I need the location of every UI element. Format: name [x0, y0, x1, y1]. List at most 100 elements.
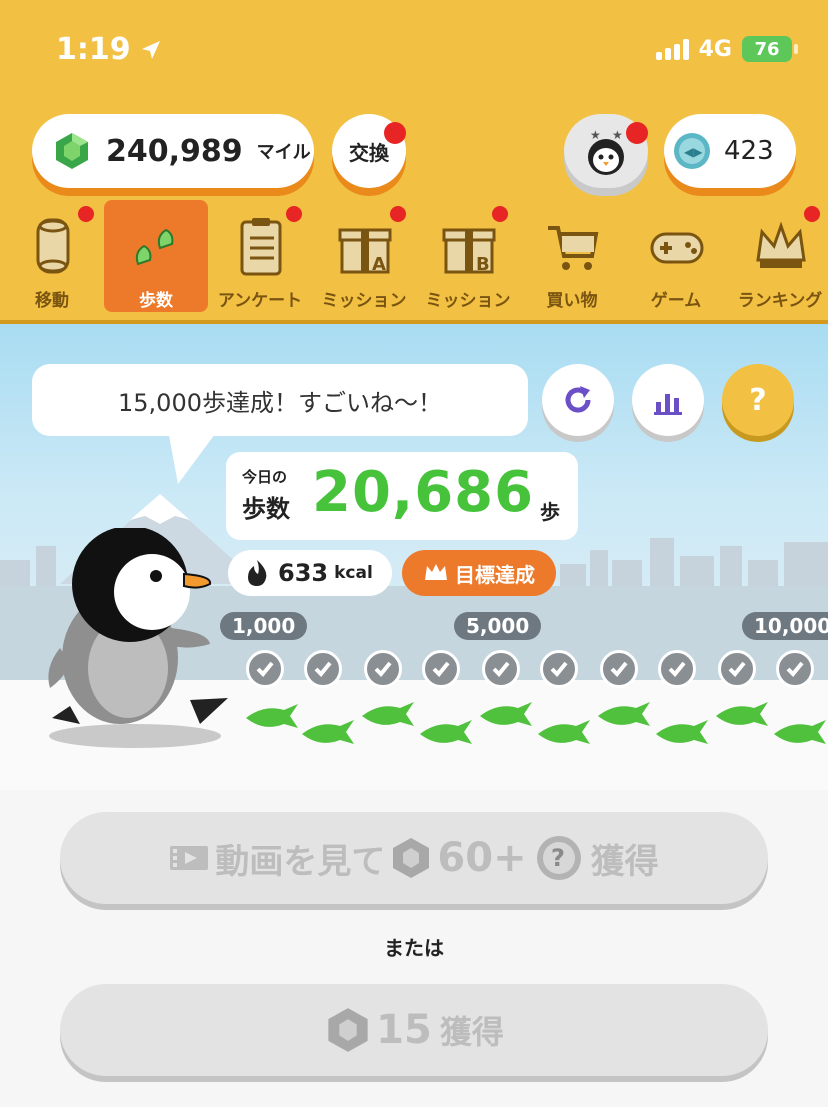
- completed-check-icon: [364, 650, 402, 688]
- tab-survey[interactable]: アンケート: [208, 200, 312, 312]
- tab-notification-dot: [804, 206, 820, 222]
- footprint-icon: [598, 702, 650, 726]
- claim-suffix: 獲得: [439, 1013, 504, 1051]
- tab-ranking[interactable]: ランキング: [728, 200, 828, 312]
- completed-check-icon: [422, 650, 460, 688]
- tab-label: ゲーム: [650, 291, 702, 311]
- svg-text:A: A: [372, 254, 386, 275]
- tab-shopping[interactable]: 買い物: [520, 200, 624, 312]
- tab-bar: 移動 歩数 アンケート A ミッション B ミッション 買い物 ゲーム ランキン…: [0, 200, 828, 312]
- completed-check-icon: [304, 650, 342, 688]
- gem-icon: [56, 133, 88, 169]
- svg-text:★: ★: [612, 128, 623, 142]
- exchange-label: 交換: [349, 140, 389, 165]
- footprint-icon: [538, 720, 590, 744]
- completed-check-icon: [482, 650, 520, 688]
- coin-balance[interactable]: ◀▶ 423: [664, 114, 796, 188]
- coins-value: 423: [724, 136, 774, 166]
- tab-label: アンケート: [217, 291, 303, 311]
- milestone-10000: 10,000: [742, 612, 828, 640]
- tab-label: 歩数: [139, 291, 173, 311]
- gem-icon: [328, 1008, 368, 1052]
- video-cta-prefix: 動画を見て: [215, 841, 386, 882]
- milestone-label: 5,000: [466, 614, 530, 638]
- miles-unit: マイル: [256, 142, 311, 163]
- stats-button[interactable]: [632, 364, 704, 436]
- steps-unit: 歩: [540, 500, 560, 524]
- milestone-1000: 1,000: [220, 612, 308, 640]
- footprint-icon: [656, 720, 708, 744]
- refresh-icon: [565, 386, 591, 413]
- gift-b-icon: B: [442, 228, 496, 275]
- footprint-icon: [774, 720, 826, 744]
- help-button[interactable]: ?: [722, 364, 794, 436]
- gem-icon: [393, 838, 430, 878]
- network-label: 4G: [698, 36, 732, 62]
- footprint-icon: [362, 702, 414, 726]
- speech-bubble: 15,000歩達成！すごいね〜！: [32, 364, 528, 436]
- milestone-label: 1,000: [232, 614, 296, 638]
- clipboard-icon: [240, 218, 282, 276]
- location-arrow-icon: [141, 40, 160, 59]
- kcal-unit: kcal: [334, 563, 373, 583]
- steps-label-bottom: 歩数: [242, 495, 290, 523]
- gift-a-icon: A: [338, 228, 392, 275]
- steps-card: 今日の 歩数 20,686 歩: [226, 452, 578, 540]
- goal-label: 目標達成: [455, 562, 535, 587]
- watch-video-button[interactable]: 動画を見て 60+ ? 獲得: [60, 812, 768, 904]
- tab-label: ミッション: [425, 291, 511, 311]
- tab-mission-b[interactable]: B ミッション: [416, 200, 520, 312]
- svg-text:★: ★: [590, 128, 601, 142]
- tab-label: ランキング: [737, 291, 823, 311]
- steps-value: 20,686: [312, 460, 535, 525]
- help-icon: ?: [749, 382, 767, 418]
- tab-notification-dot: [492, 206, 508, 222]
- completed-check-icon: [658, 650, 696, 688]
- goal-achieved-badge: 目標達成: [402, 550, 556, 596]
- footprint-icon: [420, 720, 472, 744]
- speech-bubble-tail: [168, 430, 218, 484]
- status-time: 1:19: [56, 32, 163, 67]
- status-indicators: 4G 76: [655, 36, 798, 62]
- tab-notification-dot: [390, 206, 406, 222]
- flame-icon: [248, 560, 267, 586]
- completed-check-icon: [540, 650, 578, 688]
- tab-label: 買い物: [546, 291, 598, 311]
- steps-label-top: 今日の: [242, 468, 288, 486]
- mystery-coin-icon: ?: [536, 836, 581, 880]
- cart-icon: [548, 226, 599, 270]
- penguin-face-icon: ★ ★: [588, 128, 624, 175]
- tab-steps[interactable]: 歩数: [104, 200, 208, 312]
- claim-button[interactable]: 15 獲得: [60, 984, 768, 1076]
- svg-text:?: ?: [551, 844, 565, 872]
- video-cta-suffix: 獲得: [590, 841, 659, 882]
- signal-icon: [655, 38, 689, 60]
- miles-balance[interactable]: 240,989 マイル: [32, 114, 314, 188]
- milestone-5000: 5,000: [454, 612, 542, 640]
- tab-label: ミッション: [321, 291, 407, 311]
- footprints-icon: [135, 228, 174, 266]
- refresh-button[interactable]: [542, 364, 614, 436]
- tab-label: 移動: [35, 291, 69, 311]
- or-divider-text: または: [384, 936, 444, 960]
- footprint-icon: [302, 720, 354, 744]
- completed-check-icon: [776, 650, 814, 688]
- tab-game[interactable]: ゲーム: [624, 200, 728, 312]
- tab-move[interactable]: 移動: [0, 200, 104, 312]
- milestone-label: 10,000: [754, 614, 828, 638]
- steps-label: 今日の 歩数: [242, 466, 302, 524]
- video-cta-amount: 60+: [437, 835, 527, 881]
- clock: 1:19: [56, 32, 131, 67]
- completed-check-icon: [246, 650, 284, 688]
- claim-amount: 15: [376, 1007, 432, 1053]
- battery-icon: 76: [742, 36, 798, 62]
- footprint-icon: [246, 704, 298, 728]
- kcal-value: 633: [278, 559, 329, 587]
- miles-value: 240,989: [106, 133, 243, 169]
- tab-notification-dot: [78, 206, 94, 222]
- battery-level: 76: [754, 38, 780, 60]
- penguin-character: [48, 528, 228, 748]
- calories-badge: 633 kcal: [228, 550, 392, 596]
- completed-check-icon: [600, 650, 638, 688]
- tab-mission-a[interactable]: A ミッション: [312, 200, 416, 312]
